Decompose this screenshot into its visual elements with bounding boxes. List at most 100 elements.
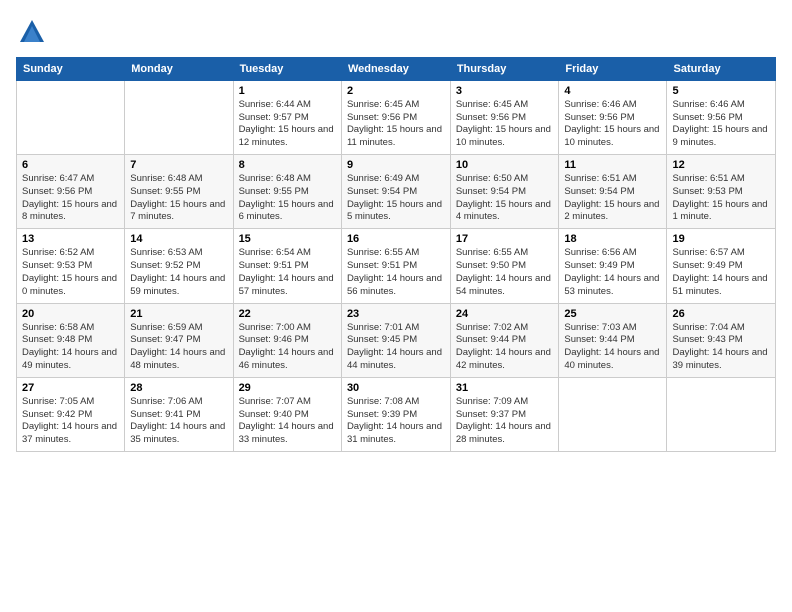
calendar-cell: 20Sunrise: 6:58 AM Sunset: 9:48 PM Dayli… xyxy=(17,303,125,377)
logo xyxy=(16,16,46,49)
week-row-3: 13 Sunrise: 6:52 AM Sunset: 9:53 PM Dayli… xyxy=(17,229,776,303)
day-number: 10 xyxy=(456,159,554,171)
day-number: 18 xyxy=(564,233,661,245)
day-info: Sunrise: 6:55 AM Sunset: 9:51 PM Dayligh… xyxy=(347,247,445,298)
day-number: 12 xyxy=(672,159,770,171)
day-number: 23 xyxy=(347,308,445,320)
day-info: Sunrise: 6:51 AM Sunset: 9:54 PM Dayligh… xyxy=(564,173,661,224)
calendar-cell: 8 Sunrise: 6:48 AM Sunset: 9:55 PM Daylig… xyxy=(233,155,341,229)
weekday-header-row: SundayMondayTuesdayWednesdayThursdayFrid… xyxy=(17,57,776,80)
week-row-5: 27 Sunrise: 7:05 AM Sunset: 9:42 PM Dayli… xyxy=(17,377,776,451)
day-number: 13 xyxy=(22,233,119,245)
weekday-friday: Friday xyxy=(559,57,667,80)
calendar-cell: 23 Sunrise: 7:01 AM Sunset: 9:45 PM Dayli… xyxy=(341,303,450,377)
calendar-cell: 2 Sunrise: 6:45 AM Sunset: 9:56 PM Daylig… xyxy=(341,80,450,154)
day-info: Sunrise: 6:55 AM Sunset: 9:50 PM Dayligh… xyxy=(456,247,554,298)
day-info: Sunrise: 7:09 AM Sunset: 9:37 PM Dayligh… xyxy=(456,396,554,447)
logo-icon xyxy=(18,16,46,44)
day-number: 22 xyxy=(239,308,336,320)
calendar-cell: 28 Sunrise: 7:06 AM Sunset: 9:41 PM Dayli… xyxy=(125,377,233,451)
day-info: Sunrise: 6:45 AM Sunset: 9:56 PM Dayligh… xyxy=(456,99,554,150)
calendar-cell: 27 Sunrise: 7:05 AM Sunset: 9:42 PM Dayli… xyxy=(17,377,125,451)
day-info: Sunrise: 6:46 AM Sunset: 9:56 PM Dayligh… xyxy=(564,99,661,150)
day-number: 3 xyxy=(456,85,554,97)
calendar-cell: 30Sunrise: 7:08 AM Sunset: 9:39 PM Dayli… xyxy=(341,377,450,451)
day-info: Sunrise: 6:46 AM Sunset: 9:56 PM Dayligh… xyxy=(672,99,770,150)
day-number: 31 xyxy=(456,382,554,394)
day-info: Sunrise: 7:03 AM Sunset: 9:44 PM Dayligh… xyxy=(564,322,661,373)
calendar-cell: 22 Sunrise: 7:00 AM Sunset: 9:46 PM Dayli… xyxy=(233,303,341,377)
calendar-cell: 1 Sunrise: 6:44 AM Sunset: 9:57 PM Daylig… xyxy=(233,80,341,154)
page-header xyxy=(16,16,776,49)
week-row-4: 20Sunrise: 6:58 AM Sunset: 9:48 PM Dayli… xyxy=(17,303,776,377)
day-info: Sunrise: 7:07 AM Sunset: 9:40 PM Dayligh… xyxy=(239,396,336,447)
day-info: Sunrise: 7:01 AM Sunset: 9:45 PM Dayligh… xyxy=(347,322,445,373)
day-number: 20 xyxy=(22,308,119,320)
calendar-cell: 17 Sunrise: 6:55 AM Sunset: 9:50 PM Dayli… xyxy=(450,229,559,303)
weekday-thursday: Thursday xyxy=(450,57,559,80)
day-number: 7 xyxy=(130,159,227,171)
week-row-1: 1 Sunrise: 6:44 AM Sunset: 9:57 PM Daylig… xyxy=(17,80,776,154)
calendar-cell: 6 Sunrise: 6:47 AM Sunset: 9:56 PM Daylig… xyxy=(17,155,125,229)
day-number: 8 xyxy=(239,159,336,171)
day-number: 1 xyxy=(239,85,336,97)
day-number: 9 xyxy=(347,159,445,171)
day-number: 21 xyxy=(130,308,227,320)
day-info: Sunrise: 6:52 AM Sunset: 9:53 PM Dayligh… xyxy=(22,247,119,298)
day-info: Sunrise: 6:48 AM Sunset: 9:55 PM Dayligh… xyxy=(130,173,227,224)
calendar-cell xyxy=(667,377,776,451)
calendar-cell: 16 Sunrise: 6:55 AM Sunset: 9:51 PM Dayli… xyxy=(341,229,450,303)
day-number: 17 xyxy=(456,233,554,245)
calendar-cell: 25 Sunrise: 7:03 AM Sunset: 9:44 PM Dayli… xyxy=(559,303,667,377)
calendar-cell: 21 Sunrise: 6:59 AM Sunset: 9:47 PM Dayli… xyxy=(125,303,233,377)
calendar-cell: 26Sunrise: 7:04 AM Sunset: 9:43 PM Dayli… xyxy=(667,303,776,377)
day-info: Sunrise: 6:45 AM Sunset: 9:56 PM Dayligh… xyxy=(347,99,445,150)
day-number: 28 xyxy=(130,382,227,394)
day-info: Sunrise: 6:47 AM Sunset: 9:56 PM Dayligh… xyxy=(22,173,119,224)
day-info: Sunrise: 6:53 AM Sunset: 9:52 PM Dayligh… xyxy=(130,247,227,298)
calendar-cell: 29 Sunrise: 7:07 AM Sunset: 9:40 PM Dayli… xyxy=(233,377,341,451)
calendar-cell: 10Sunrise: 6:50 AM Sunset: 9:54 PM Dayli… xyxy=(450,155,559,229)
calendar-cell: 15Sunrise: 6:54 AM Sunset: 9:51 PM Dayli… xyxy=(233,229,341,303)
day-info: Sunrise: 6:59 AM Sunset: 9:47 PM Dayligh… xyxy=(130,322,227,373)
day-number: 4 xyxy=(564,85,661,97)
day-number: 6 xyxy=(22,159,119,171)
day-info: Sunrise: 7:00 AM Sunset: 9:46 PM Dayligh… xyxy=(239,322,336,373)
day-info: Sunrise: 6:44 AM Sunset: 9:57 PM Dayligh… xyxy=(239,99,336,150)
day-info: Sunrise: 6:54 AM Sunset: 9:51 PM Dayligh… xyxy=(239,247,336,298)
day-number: 30 xyxy=(347,382,445,394)
day-info: Sunrise: 6:57 AM Sunset: 9:49 PM Dayligh… xyxy=(672,247,770,298)
calendar-cell: 5 Sunrise: 6:46 AM Sunset: 9:56 PM Daylig… xyxy=(667,80,776,154)
day-number: 16 xyxy=(347,233,445,245)
day-info: Sunrise: 7:06 AM Sunset: 9:41 PM Dayligh… xyxy=(130,396,227,447)
calendar-cell: 11 Sunrise: 6:51 AM Sunset: 9:54 PM Dayli… xyxy=(559,155,667,229)
calendar-cell: 7 Sunrise: 6:48 AM Sunset: 9:55 PM Daylig… xyxy=(125,155,233,229)
day-info: Sunrise: 6:49 AM Sunset: 9:54 PM Dayligh… xyxy=(347,173,445,224)
day-number: 11 xyxy=(564,159,661,171)
day-info: Sunrise: 6:48 AM Sunset: 9:55 PM Dayligh… xyxy=(239,173,336,224)
day-number: 26 xyxy=(672,308,770,320)
day-number: 2 xyxy=(347,85,445,97)
day-number: 29 xyxy=(239,382,336,394)
day-number: 5 xyxy=(672,85,770,97)
calendar-cell: 14 Sunrise: 6:53 AM Sunset: 9:52 PM Dayli… xyxy=(125,229,233,303)
calendar-cell: 13 Sunrise: 6:52 AM Sunset: 9:53 PM Dayli… xyxy=(17,229,125,303)
weekday-wednesday: Wednesday xyxy=(341,57,450,80)
day-number: 27 xyxy=(22,382,119,394)
day-info: Sunrise: 7:02 AM Sunset: 9:44 PM Dayligh… xyxy=(456,322,554,373)
calendar-cell: 18 Sunrise: 6:56 AM Sunset: 9:49 PM Dayli… xyxy=(559,229,667,303)
day-info: Sunrise: 6:56 AM Sunset: 9:49 PM Dayligh… xyxy=(564,247,661,298)
weekday-sunday: Sunday xyxy=(17,57,125,80)
day-info: Sunrise: 7:05 AM Sunset: 9:42 PM Dayligh… xyxy=(22,396,119,447)
day-number: 24 xyxy=(456,308,554,320)
weekday-saturday: Saturday xyxy=(667,57,776,80)
calendar-cell: 9 Sunrise: 6:49 AM Sunset: 9:54 PM Daylig… xyxy=(341,155,450,229)
calendar-table: SundayMondayTuesdayWednesdayThursdayFrid… xyxy=(16,57,776,452)
day-number: 14 xyxy=(130,233,227,245)
calendar-cell: 3 Sunrise: 6:45 AM Sunset: 9:56 PM Daylig… xyxy=(450,80,559,154)
day-number: 25 xyxy=(564,308,661,320)
calendar-body: 1 Sunrise: 6:44 AM Sunset: 9:57 PM Daylig… xyxy=(17,80,776,451)
day-info: Sunrise: 6:51 AM Sunset: 9:53 PM Dayligh… xyxy=(672,173,770,224)
calendar-cell: 24 Sunrise: 7:02 AM Sunset: 9:44 PM Dayli… xyxy=(450,303,559,377)
calendar-cell xyxy=(559,377,667,451)
